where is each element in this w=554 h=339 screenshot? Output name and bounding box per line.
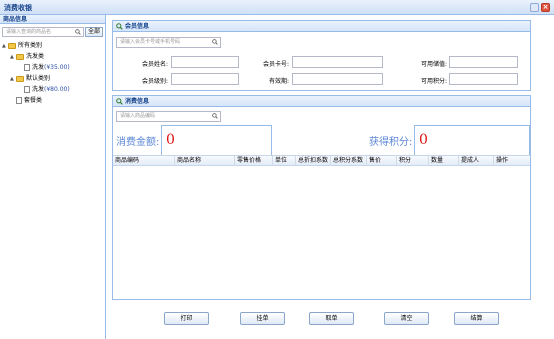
member-points-label: 可用积分: [420, 78, 447, 85]
product-search-input[interactable]: 请输入查询的商品名 [2, 27, 84, 37]
column-header[interactable]: 零售价格 [235, 156, 273, 166]
settle-button[interactable]: 结算 [454, 312, 499, 325]
product-code-input[interactable]: 请输入商品编码 [116, 111, 221, 122]
member-points-field[interactable] [449, 73, 518, 85]
amount-label: 消费金额: [116, 137, 160, 148]
close-icon: × [542, 3, 549, 11]
close-button[interactable]: × [541, 3, 550, 12]
sidebar-header: 商品信息 [0, 15, 105, 24]
member-panel-title: 会员信息 [125, 23, 150, 30]
folder-icon [16, 75, 24, 82]
category-tree: ▲ 所有类别 ▲ 洗发类 洗发(¥35.00) ▲ 默认类别 洗发(¥80.00) 套… [2, 40, 106, 106]
member-name-label: 会员姓名: [141, 61, 168, 68]
column-header[interactable]: 总积分系数 [331, 156, 367, 166]
member-panel: 会员信息 请输入会员卡号或手机号码 会员姓名: 会员卡号: 可用储值: 会员级别… [112, 20, 531, 91]
column-header[interactable]: 售价 [367, 156, 397, 166]
member-balance-field[interactable] [449, 56, 518, 68]
tree-node-label: 所有类别 [18, 42, 43, 49]
member-name-field[interactable] [171, 56, 239, 68]
column-header[interactable]: 单位 [273, 156, 296, 166]
product-price: (¥35.00) [44, 64, 70, 71]
product-grid-header: 商品编码 商品名称 零售价格 单位 总折扣系数 总积分系数 售价 积分 数量 提… [113, 155, 530, 166]
window-titlebar: 消费收银 × [0, 0, 554, 15]
folder-icon [16, 53, 24, 60]
hang-order-button[interactable]: 挂单 [240, 312, 285, 325]
print-button[interactable]: 打印 [164, 312, 209, 325]
column-header[interactable]: 总折扣系数 [296, 156, 331, 166]
amount-display: 0 [161, 125, 272, 156]
search-icon[interactable] [212, 39, 218, 45]
member-search-input[interactable]: 请输入会员卡号或手机号码 [116, 37, 221, 48]
member-expiry-label: 有效期: [268, 78, 289, 85]
file-icon [24, 86, 30, 93]
tree-node-label: 洗发类 [26, 53, 45, 60]
column-header[interactable]: 数量 [429, 156, 459, 166]
show-all-button[interactable]: 全部 [85, 27, 103, 37]
member-level-field[interactable] [171, 73, 239, 85]
product-code-placeholder: 请输入商品编码 [120, 113, 156, 119]
tree-node-category[interactable]: ▲ 洗发类 [2, 51, 106, 62]
member-expiry-field[interactable] [292, 73, 383, 85]
column-header[interactable]: 商品名称 [175, 156, 235, 166]
tree-node-label: 默认类别 [26, 75, 51, 82]
consume-panel-title: 消费信息 [125, 98, 150, 105]
product-sidebar: 商品信息 请输入查询的商品名 全部 ▲ 所有类别 ▲ 洗发类 洗发(¥35.00) … [0, 15, 106, 339]
member-card-field[interactable] [292, 56, 383, 68]
column-header[interactable]: 积分 [397, 156, 429, 166]
consume-panel-header: 消费信息 [113, 96, 530, 107]
folder-icon [8, 42, 16, 49]
tree-node-label: 洗发 [32, 64, 45, 71]
column-header[interactable]: 商品编码 [113, 156, 175, 166]
product-price: (¥80.00) [44, 86, 70, 93]
tree-node-label: 套餐类 [24, 97, 43, 104]
points-earned-display: 0 [414, 125, 530, 156]
fetch-order-button[interactable]: 取单 [309, 312, 354, 325]
search-icon [116, 98, 123, 105]
column-header[interactable]: 操作 [494, 156, 530, 166]
tree-node-product[interactable]: 洗发(¥80.00) [2, 84, 106, 95]
tree-node-category[interactable]: 套餐类 [2, 95, 106, 106]
member-balance-label: 可用储值: [420, 61, 447, 68]
window-title: 消费收银 [4, 4, 32, 12]
tree-node-category[interactable]: ▲ 默认类别 [2, 73, 106, 84]
tree-node-label: 洗发 [32, 86, 45, 93]
member-level-label: 会员级别: [141, 78, 168, 85]
member-panel-header: 会员信息 [113, 21, 530, 32]
member-search-placeholder: 请输入会员卡号或手机号码 [120, 39, 181, 45]
points-earned-label: 获得积分: [369, 137, 413, 148]
product-search-placeholder: 请输入查询的商品名 [6, 29, 52, 35]
consume-panel: 消费信息 请输入商品编码 消费金额: 0 获得积分: 0 商品编码 商品名称 零… [112, 95, 531, 300]
restore-button[interactable] [530, 3, 539, 12]
clear-button[interactable]: 清空 [384, 312, 429, 325]
search-icon [116, 23, 123, 30]
member-card-label: 会员卡号: [262, 61, 289, 68]
tree-node-all[interactable]: ▲ 所有类别 [2, 40, 106, 51]
search-icon[interactable] [75, 29, 81, 35]
file-icon [16, 97, 22, 104]
tree-node-product[interactable]: 洗发(¥35.00) [2, 62, 106, 73]
file-icon [24, 64, 30, 71]
search-icon[interactable] [212, 113, 218, 119]
column-header[interactable]: 提成人 [459, 156, 494, 166]
